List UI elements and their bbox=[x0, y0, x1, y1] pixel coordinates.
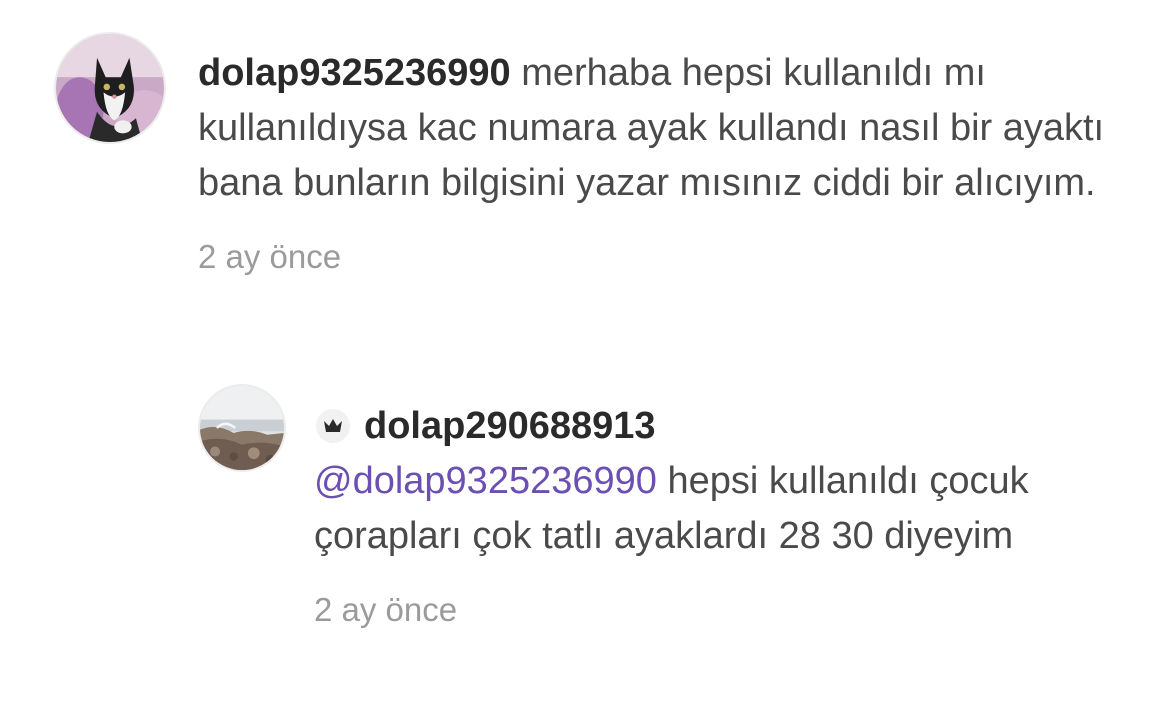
avatar[interactable] bbox=[54, 32, 166, 144]
cat-photo-avatar-icon bbox=[56, 34, 164, 142]
seaside-rocks-photo-avatar-icon bbox=[200, 386, 284, 470]
mention-link[interactable]: @dolap9325236990 bbox=[314, 460, 657, 502]
reply-timestamp: 2 ay önce bbox=[314, 591, 458, 628]
reply-username[interactable]: dolap290688913 bbox=[364, 405, 656, 448]
reply-text-block: @dolap9325236990 hepsi kullanıldı çocuk … bbox=[314, 454, 1144, 564]
comment-text-block: dolap9325236990 merhaba hepsi kullanıldı… bbox=[198, 46, 1118, 211]
comment-username[interactable]: dolap9325236990 bbox=[198, 52, 511, 94]
reply-header: dolap290688913 bbox=[314, 398, 1144, 454]
comment-timestamp: 2 ay önce bbox=[198, 238, 342, 275]
comment-body: dolap9325236990 merhaba hepsi kullanıldı… bbox=[198, 46, 1118, 277]
avatar[interactable] bbox=[198, 384, 286, 472]
reply-body: dolap290688913 @dolap9325236990 hepsi ku… bbox=[314, 398, 1144, 630]
crown-icon bbox=[316, 409, 350, 443]
